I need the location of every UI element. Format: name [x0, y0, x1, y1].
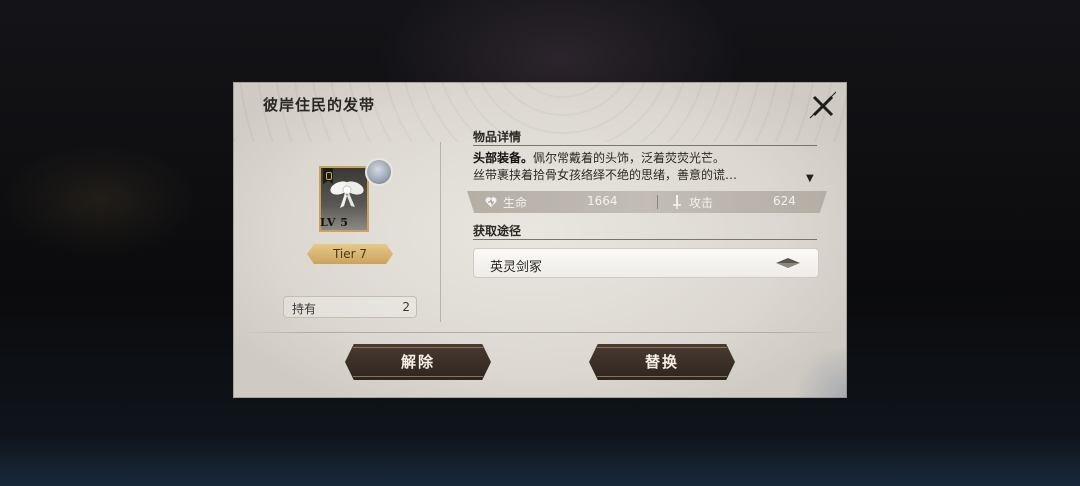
expand-down-icon: ▼	[806, 173, 814, 184]
source-header-line	[473, 239, 817, 240]
details-header-line	[473, 145, 817, 146]
footer-divider	[243, 332, 837, 333]
owned-label: 持有	[292, 302, 317, 316]
source-header: 获取途径	[473, 224, 522, 238]
desc-category: 头部装备。	[473, 151, 534, 165]
replace-button[interactable]: 替换	[589, 344, 735, 380]
desc-line-1: 佩尔常戴着的头饰，泛着荧荧光芒。	[533, 151, 726, 165]
stats-separator	[657, 195, 658, 209]
item-description: 头部装备。佩尔常戴着的头饰，泛着荧荧光芒。 丝带裹挟着拾骨女孩络绎不绝的思绪，善…	[473, 150, 813, 184]
atk-label: 攻击	[689, 196, 714, 210]
character-portrait-icon	[365, 158, 393, 186]
source-location-button[interactable]: 英灵剑冢	[473, 248, 819, 278]
close-button[interactable]	[805, 88, 841, 124]
item-level: LV 5	[320, 216, 349, 229]
sword-icon	[673, 195, 681, 209]
unequip-button[interactable]: 解除	[345, 344, 491, 380]
ribbon-item-icon	[330, 181, 364, 208]
heart-icon	[485, 197, 497, 207]
close-icon	[809, 91, 837, 119]
hp-label: 生命	[503, 196, 528, 210]
source-location-label: 英灵剑冢	[490, 260, 543, 275]
item-detail-dialog: 彼岸住民的发带 LV 5 Tier 7 持有 2 物品详情 头部装备。佩尔常戴着…	[233, 82, 847, 398]
owned-value: 2	[402, 300, 410, 314]
background-bottom-glow	[0, 436, 1080, 486]
tier-badge: Tier 7	[307, 244, 393, 264]
go-arrow-icon	[776, 258, 800, 268]
stats-bar: 生命 1664 攻击 624	[467, 191, 827, 213]
atk-value: 624	[773, 194, 796, 208]
expand-description-button[interactable]: ▼	[806, 173, 814, 184]
owned-count-box: 持有 2	[283, 296, 417, 318]
column-divider	[440, 142, 441, 322]
dialog-title: 彼岸住民的发带	[263, 96, 376, 114]
details-header: 物品详情	[473, 130, 522, 144]
ink-decoration	[787, 348, 847, 398]
hp-value: 1664	[587, 194, 618, 208]
desc-line-2: 丝带裹挟着拾骨女孩络绎不绝的思绪，善意的谎…	[473, 168, 738, 182]
